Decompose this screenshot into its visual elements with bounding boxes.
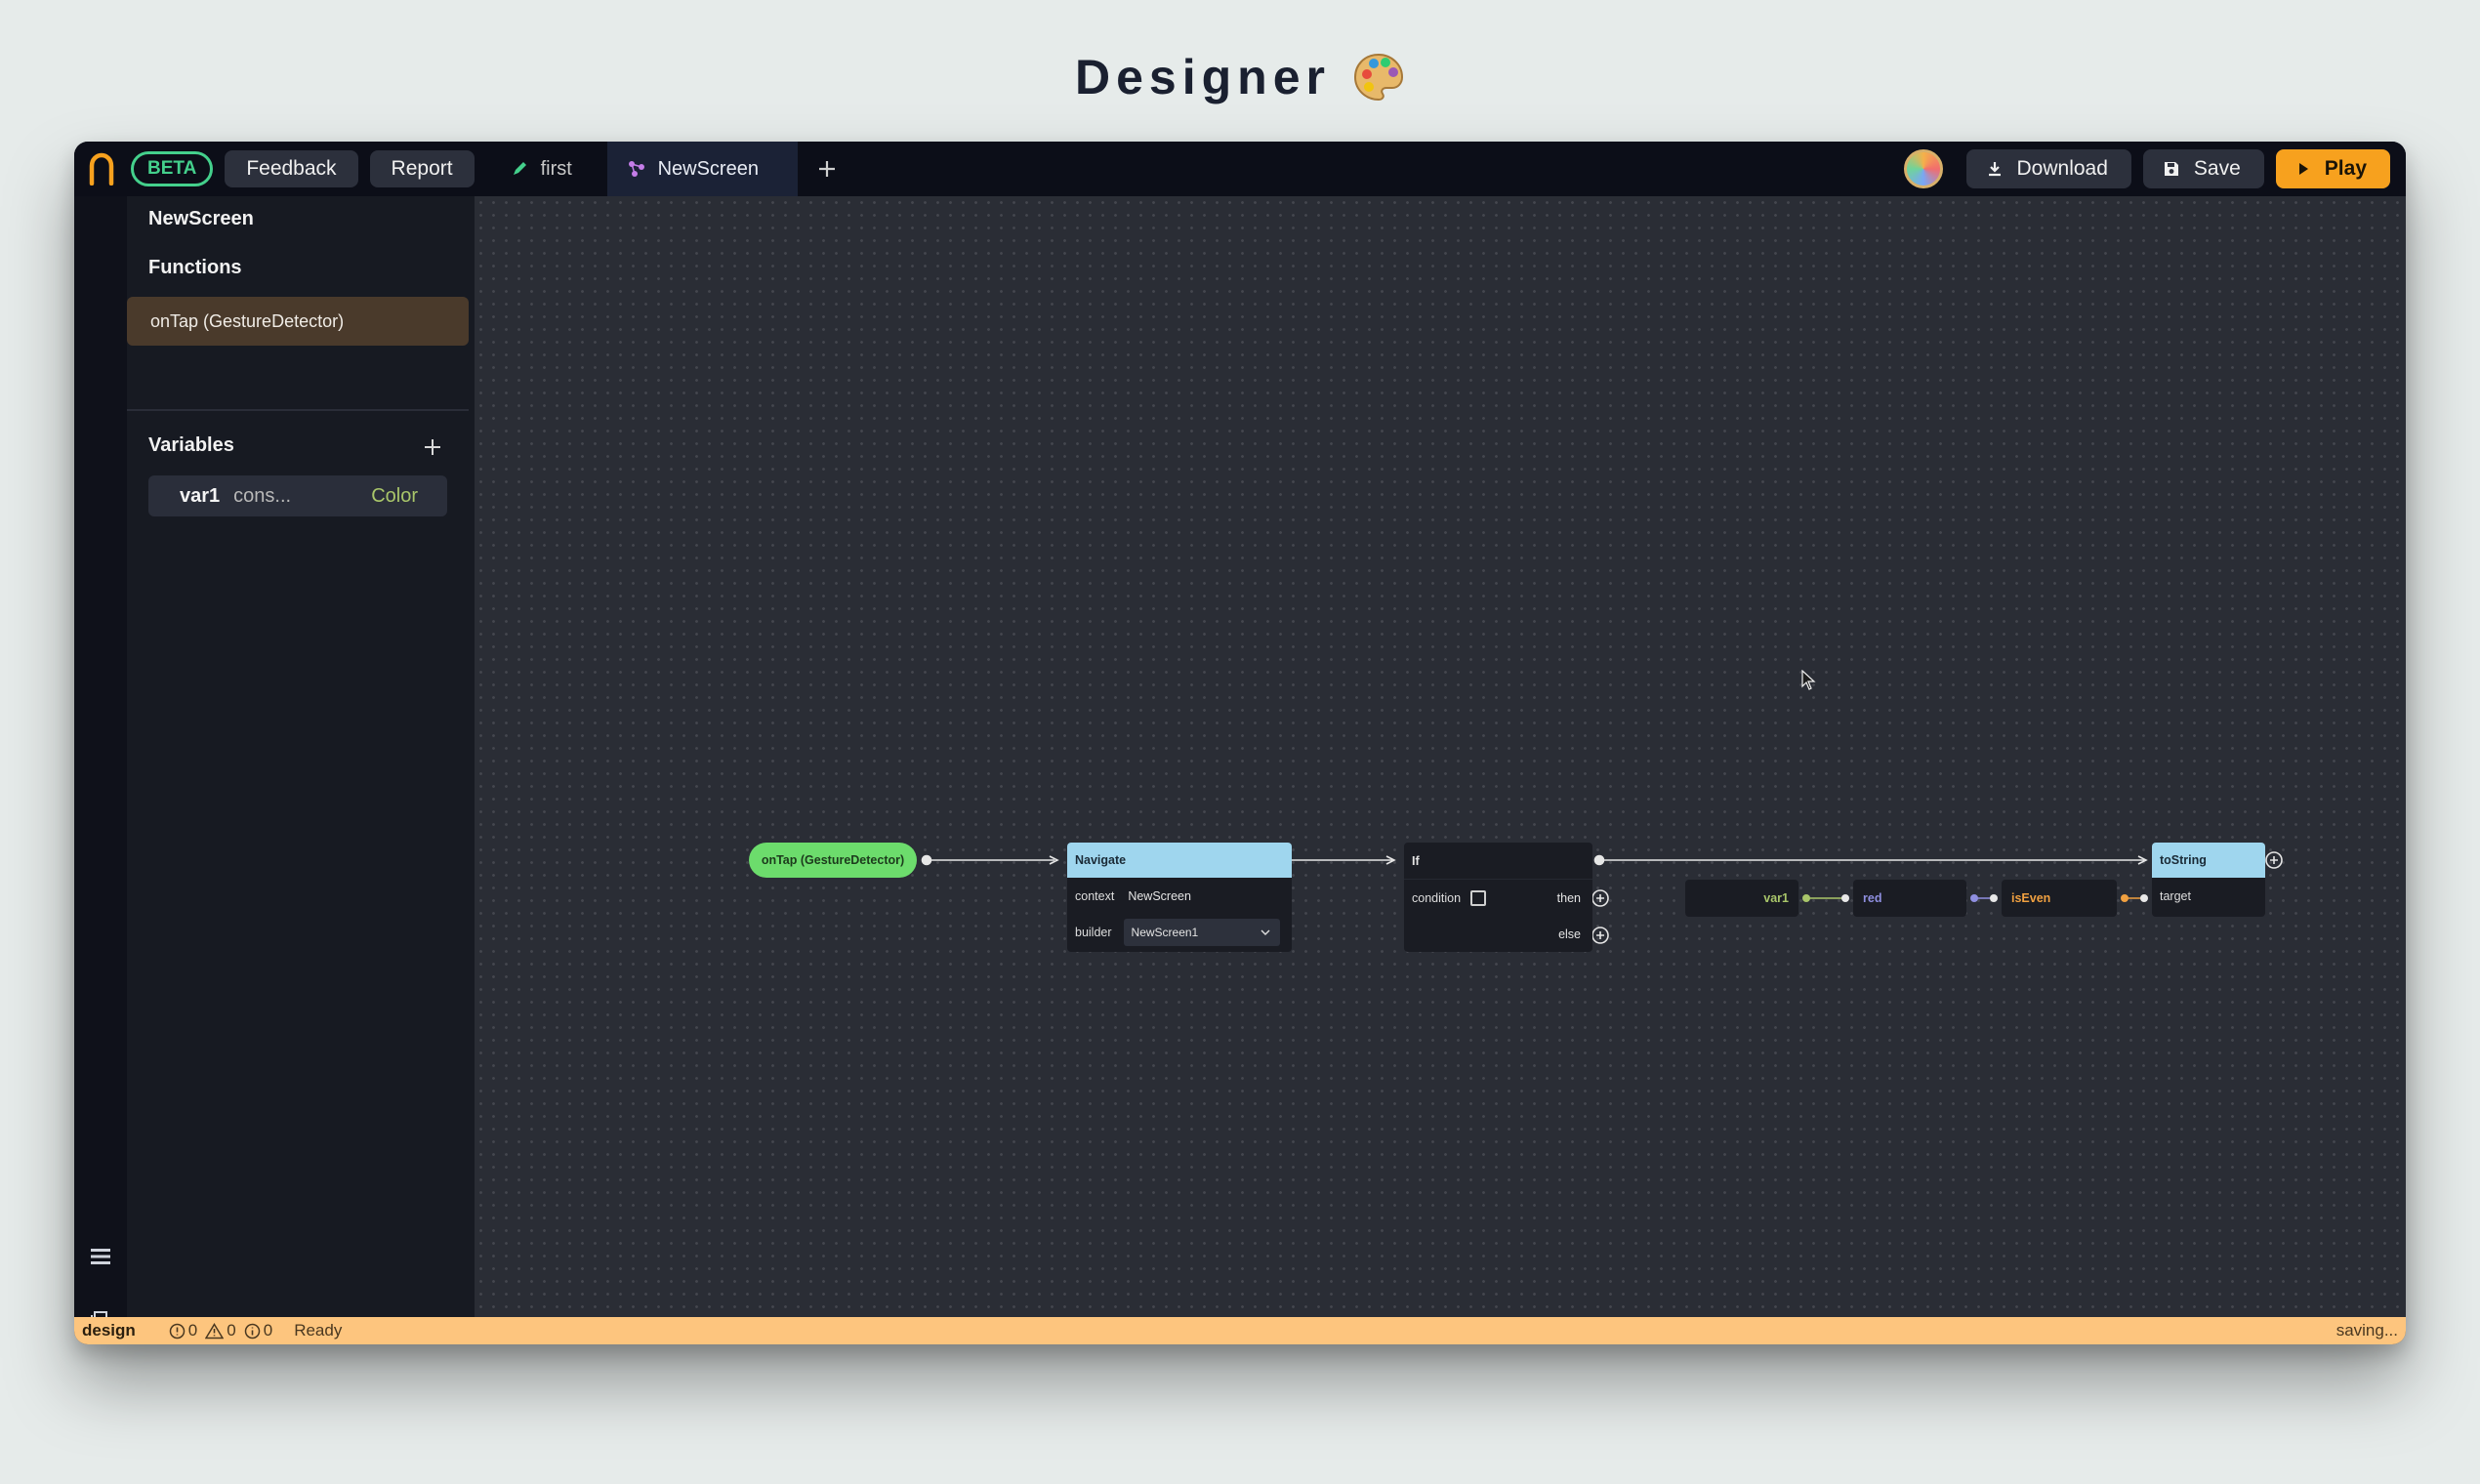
save-button[interactable]: Save: [2142, 149, 2264, 188]
builder-value: NewScreen1: [1131, 925, 1199, 939]
condition-label: condition: [1412, 890, 1462, 905]
var1-node[interactable]: var1: [1685, 880, 1798, 917]
report-button[interactable]: Report: [369, 150, 475, 187]
if-node[interactable]: If condition then else: [1404, 843, 1592, 952]
save-label: Save: [2193, 157, 2241, 180]
target-row: target: [2152, 878, 2265, 914]
left-rail: [74, 196, 127, 1331]
download-icon: [1988, 162, 2001, 177]
navigate-node-title: Navigate: [1067, 843, 1292, 878]
chevron-down-icon: [1261, 929, 1270, 935]
app-window: BETA Feedback Report first NewScreen Dow…: [74, 142, 2406, 1344]
exec-port: [921, 854, 932, 866]
play-button[interactable]: Play: [2275, 149, 2390, 188]
functions-heading: Functions: [148, 257, 242, 278]
info-icon: [244, 1323, 260, 1339]
play-icon: [2298, 163, 2308, 175]
red-node[interactable]: red: [1853, 880, 1966, 917]
warning-icon: [205, 1322, 225, 1339]
data-port: [1841, 894, 1849, 902]
mouse-cursor-icon: [1801, 670, 1816, 690]
graph-icon: [628, 161, 644, 177]
error-count-value: 0: [187, 1321, 198, 1340]
screen-title: NewScreen: [148, 208, 254, 229]
context-value: NewScreen: [1128, 888, 1191, 903]
data-port: [2121, 894, 2129, 902]
tab-label: first: [540, 157, 572, 180]
status-text: Ready: [294, 1321, 343, 1340]
download-button[interactable]: Download: [1965, 149, 2131, 188]
list-icon[interactable]: [89, 1245, 112, 1268]
palette-icon: [1352, 51, 1405, 103]
tostring-node-title: toString: [2152, 843, 2265, 878]
sidebar-divider: [127, 409, 469, 411]
add-variable-icon[interactable]: [422, 436, 443, 458]
data-port: [2140, 894, 2148, 902]
mode-label: design: [82, 1321, 136, 1340]
tab-first[interactable]: first: [490, 142, 607, 196]
add-tab-icon[interactable]: [815, 157, 839, 181]
topbar-actions: Download Save Play: [1903, 149, 2390, 188]
then-label: then: [1556, 890, 1581, 905]
download-label: Download: [2016, 157, 2108, 180]
data-port: [1802, 894, 1810, 902]
beta-badge: BETA: [131, 151, 214, 186]
tab-newscreen[interactable]: NewScreen: [606, 142, 798, 196]
pencil-icon: [513, 162, 526, 175]
tostring-node[interactable]: toString target: [2152, 843, 2265, 917]
avatar[interactable]: [1903, 149, 1943, 188]
variables-heading: Variables: [148, 434, 234, 456]
app-logo-icon[interactable]: [88, 152, 115, 186]
target-label: target: [2160, 888, 2191, 903]
variable-type: Color: [371, 484, 418, 507]
exec-port: [1593, 854, 1605, 866]
feedback-button[interactable]: Feedback: [225, 150, 358, 187]
function-item-ontap[interactable]: onTap (GestureDetector): [127, 297, 469, 346]
warning-count-value: 0: [227, 1321, 236, 1340]
data-port: [1990, 894, 1998, 902]
variable-name: var1: [180, 484, 221, 507]
top-bar: BETA Feedback Report first NewScreen Dow…: [74, 142, 2406, 196]
error-count[interactable]: 0: [169, 1321, 197, 1340]
page-title-text: Designer: [1075, 50, 1331, 104]
status-bar: design 0 0 0 Ready saving...: [74, 1317, 2406, 1344]
context-label: context: [1075, 888, 1115, 903]
builder-label: builder: [1075, 925, 1112, 939]
else-row: else: [1404, 916, 1592, 952]
condition-checkbox[interactable]: [1470, 889, 1487, 906]
iseven-node[interactable]: isEven: [2002, 880, 2117, 917]
wire-layer: [921, 851, 2283, 944]
variable-value: cons...: [233, 484, 292, 507]
context-row: context NewScreen: [1067, 878, 1292, 914]
if-node-title: If: [1404, 843, 1592, 880]
error-icon: [169, 1323, 186, 1339]
info-count[interactable]: 0: [244, 1321, 272, 1340]
variable-row[interactable]: var1 cons... Color: [148, 475, 447, 516]
else-label: else: [1558, 927, 1581, 941]
tab-label: NewScreen: [657, 157, 759, 180]
page-title: Designer: [0, 43, 2480, 111]
navigate-node[interactable]: Navigate context NewScreen builder NewSc…: [1067, 843, 1292, 952]
builder-row: builder NewScreen1: [1067, 914, 1292, 950]
play-label: Play: [2324, 157, 2367, 180]
builder-dropdown[interactable]: NewScreen1: [1123, 918, 1280, 946]
warning-count[interactable]: 0: [205, 1321, 236, 1340]
info-count-value: 0: [263, 1321, 273, 1340]
data-port: [1970, 894, 1978, 902]
node-canvas[interactable]: onTap (GestureDetector) Navigate context…: [475, 196, 2406, 1317]
condition-row: condition then: [1404, 880, 1592, 916]
trigger-node[interactable]: onTap (GestureDetector): [749, 843, 917, 878]
save-icon: [2164, 162, 2178, 176]
saving-indicator: saving...: [2335, 1321, 2398, 1340]
